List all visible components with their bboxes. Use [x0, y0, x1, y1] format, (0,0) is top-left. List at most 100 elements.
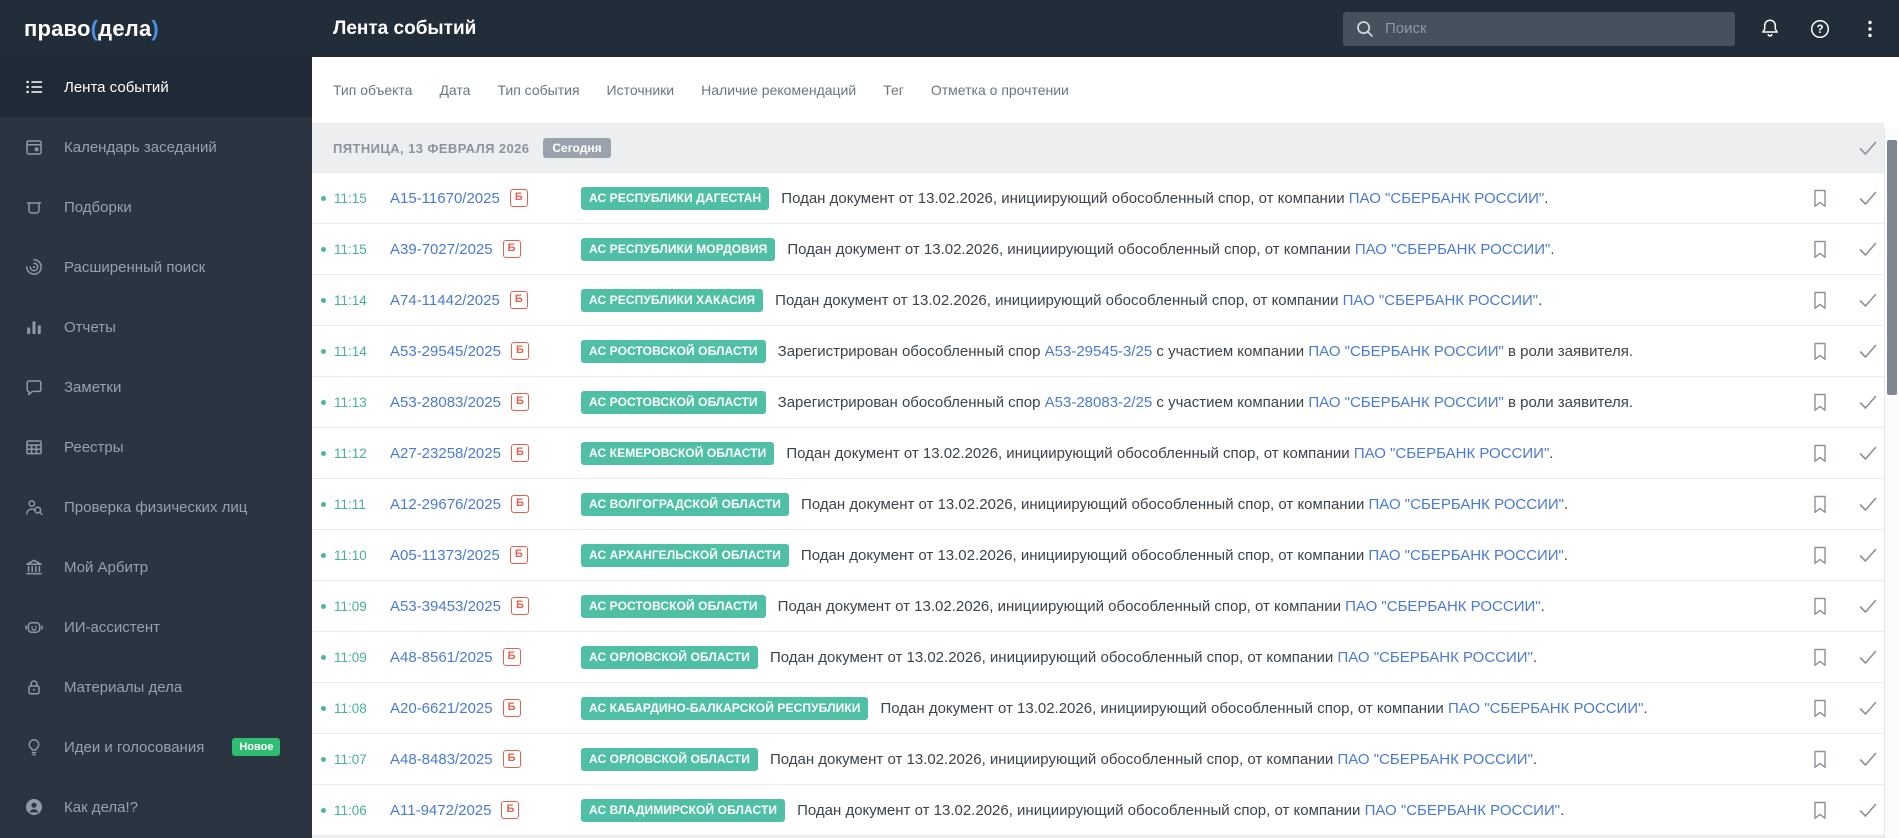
app-logo[interactable]: право(дела) [0, 16, 312, 42]
inline-link[interactable]: ПАО "СБЕРБАНК РОССИИ" [1354, 445, 1549, 462]
filter-read-mark[interactable]: Отметка о прочтении [931, 82, 1069, 98]
sidebar-item-reports[interactable]: Отчеты [0, 297, 312, 357]
case-number-link[interactable]: А39-7027/2025 [390, 241, 493, 258]
unread-dot [321, 705, 326, 711]
mark-all-read-icon[interactable] [1857, 137, 1879, 159]
bookmark-icon[interactable] [1809, 544, 1831, 566]
case-number-link[interactable]: А48-8483/2025 [390, 751, 493, 768]
case-number-link[interactable]: А53-29545/2025 [390, 343, 501, 360]
filter-tag[interactable]: Тег [883, 82, 904, 98]
inline-link[interactable]: ПАО "СБЕРБАНК РОССИИ" [1365, 802, 1560, 819]
mark-read-icon[interactable] [1857, 442, 1879, 464]
sidebar-item-my-arbitr[interactable]: Мой Арбитр [0, 537, 312, 597]
inline-link[interactable]: А53-28083-2/25 [1045, 394, 1153, 411]
notifications-bell-icon[interactable] [1757, 16, 1783, 42]
feed-event-row: 11:15 А39-7027/2025 Б АС РЕСПУБЛИКИ МОРДОВИ… [312, 224, 1884, 275]
case-cell: А53-28083/2025 Б [390, 393, 581, 411]
sidebar-item-notes[interactable]: Заметки [0, 357, 312, 417]
mark-read-icon[interactable] [1857, 493, 1879, 515]
bookmark-icon[interactable] [1809, 595, 1831, 617]
mark-read-icon[interactable] [1857, 289, 1879, 311]
case-number-link[interactable]: А48-8561/2025 [390, 649, 493, 666]
inline-link[interactable]: ПАО "СБЕРБАНК РОССИИ" [1337, 649, 1532, 666]
mark-read-icon[interactable] [1857, 340, 1879, 362]
lock-icon [24, 677, 44, 697]
case-number-link[interactable]: А53-28083/2025 [390, 394, 501, 411]
event-time: 11:09 [334, 598, 367, 614]
sidebar-item-ai-assistant[interactable]: ИИ-ассистент [0, 597, 312, 657]
inline-link[interactable]: ПАО "СБЕРБАНК РОССИИ" [1337, 751, 1532, 768]
bookmark-icon[interactable] [1809, 340, 1831, 362]
case-number-link[interactable]: А12-29676/2025 [390, 496, 501, 513]
mark-read-icon[interactable] [1857, 187, 1879, 209]
sidebar-item-advanced-search[interactable]: Расширенный поиск [0, 237, 312, 297]
case-number-link[interactable]: А53-39453/2025 [390, 598, 501, 615]
mark-read-icon[interactable] [1857, 646, 1879, 668]
global-search[interactable] [1343, 11, 1735, 46]
inline-link[interactable]: ПАО "СБЕРБАНК РОССИИ" [1368, 547, 1563, 564]
inline-link[interactable]: ПАО "СБЕРБАНК РОССИИ" [1369, 496, 1564, 513]
mark-read-icon[interactable] [1857, 238, 1879, 260]
filter-object-type[interactable]: Тип объекта [333, 82, 412, 98]
event-time: 11:09 [334, 649, 367, 665]
bookmark-icon[interactable] [1809, 493, 1831, 515]
main-content: Тип объекта Дата Тип события Источники Налич… [312, 57, 1899, 838]
inline-link[interactable]: ПАО "СБЕРБАНК РОССИИ" [1345, 598, 1540, 615]
bookmark-icon[interactable] [1809, 748, 1831, 770]
help-icon[interactable]: ? [1807, 16, 1833, 42]
court-badge: АС РЕСПУБЛИКИ МОРДОВИЯ [581, 237, 776, 261]
sidebar-item-person-check[interactable]: Проверка физических лиц [0, 477, 312, 537]
bookmark-icon[interactable] [1809, 238, 1831, 260]
case-number-link[interactable]: А15-11670/2025 [390, 190, 500, 207]
sidebar-item-feedback[interactable]: Как дела!? [0, 777, 312, 837]
inline-link[interactable]: ПАО "СБЕРБАНК РОССИИ" [1448, 700, 1643, 717]
bookmark-icon[interactable] [1809, 799, 1831, 821]
scrollbar-thumb[interactable] [1887, 140, 1897, 395]
mark-read-icon[interactable] [1857, 799, 1879, 821]
sidebar-item-ideas[interactable]: Идеи и голосования Новое [0, 717, 312, 777]
inline-link[interactable]: ПАО "СБЕРБАНК РОССИИ" [1349, 190, 1544, 207]
row-actions [1789, 799, 1884, 821]
sidebar-item-collections[interactable]: Подборки [0, 177, 312, 237]
filter-recommendations[interactable]: Наличие рекомендаций [701, 82, 856, 98]
bookmark-icon[interactable] [1809, 289, 1831, 311]
bookmark-icon[interactable] [1809, 697, 1831, 719]
person-search-icon [24, 497, 44, 517]
bankruptcy-badge: Б [502, 699, 521, 717]
case-number-link[interactable]: А05-11373/2025 [390, 547, 500, 564]
filter-sources[interactable]: Источники [607, 82, 675, 98]
mark-read-icon[interactable] [1857, 595, 1879, 617]
mark-read-icon[interactable] [1857, 748, 1879, 770]
sidebar-item-case-materials[interactable]: Материалы дела [0, 657, 312, 717]
search-input[interactable] [1385, 20, 1723, 37]
case-number-link[interactable]: А27-23258/2025 [390, 445, 501, 462]
feed-event-row: 11:14 А53-29545/2025 Б АС РОСТОВСКОЙ ОБЛАСТ… [312, 326, 1884, 377]
sidebar-item-feed[interactable]: Лента событий [0, 57, 312, 117]
filter-date[interactable]: Дата [439, 82, 470, 98]
sidebar-item-registries[interactable]: Реестры [0, 417, 312, 477]
inline-link[interactable]: ПАО "СБЕРБАНК РОССИИ" [1343, 292, 1538, 309]
mark-read-icon[interactable] [1857, 391, 1879, 413]
case-number-link[interactable]: А74-11442/2025 [390, 292, 500, 309]
bookmark-icon[interactable] [1809, 646, 1831, 668]
mark-read-icon[interactable] [1857, 544, 1879, 566]
event-time: 11:12 [334, 445, 367, 461]
bookmark-icon[interactable] [1809, 187, 1831, 209]
event-time: 11:10 [334, 547, 367, 563]
bankruptcy-badge: Б [502, 750, 521, 768]
robot-icon [24, 617, 44, 637]
bookmark-icon[interactable] [1809, 442, 1831, 464]
filter-event-type[interactable]: Тип события [497, 82, 579, 98]
sidebar-item-calendar[interactable]: Календарь заседаний [0, 117, 312, 177]
inline-link[interactable]: А53-29545-3/25 [1045, 343, 1153, 360]
bookmark-icon[interactable] [1809, 391, 1831, 413]
inline-link[interactable]: ПАО "СБЕРБАНК РОССИИ" [1308, 394, 1503, 411]
bankruptcy-badge: Б [510, 342, 529, 360]
case-number-link[interactable]: А20-6621/2025 [390, 700, 493, 717]
court-badge: АС РЕСПУБЛИКИ ХАКАСИЯ [581, 288, 764, 312]
mark-read-icon[interactable] [1857, 697, 1879, 719]
inline-link[interactable]: ПАО "СБЕРБАНК РОССИИ" [1355, 241, 1550, 258]
kebab-menu-icon[interactable] [1857, 16, 1883, 42]
inline-link[interactable]: ПАО "СБЕРБАНК РОССИИ" [1308, 343, 1503, 360]
case-number-link[interactable]: А11-9472/2025 [390, 802, 491, 819]
